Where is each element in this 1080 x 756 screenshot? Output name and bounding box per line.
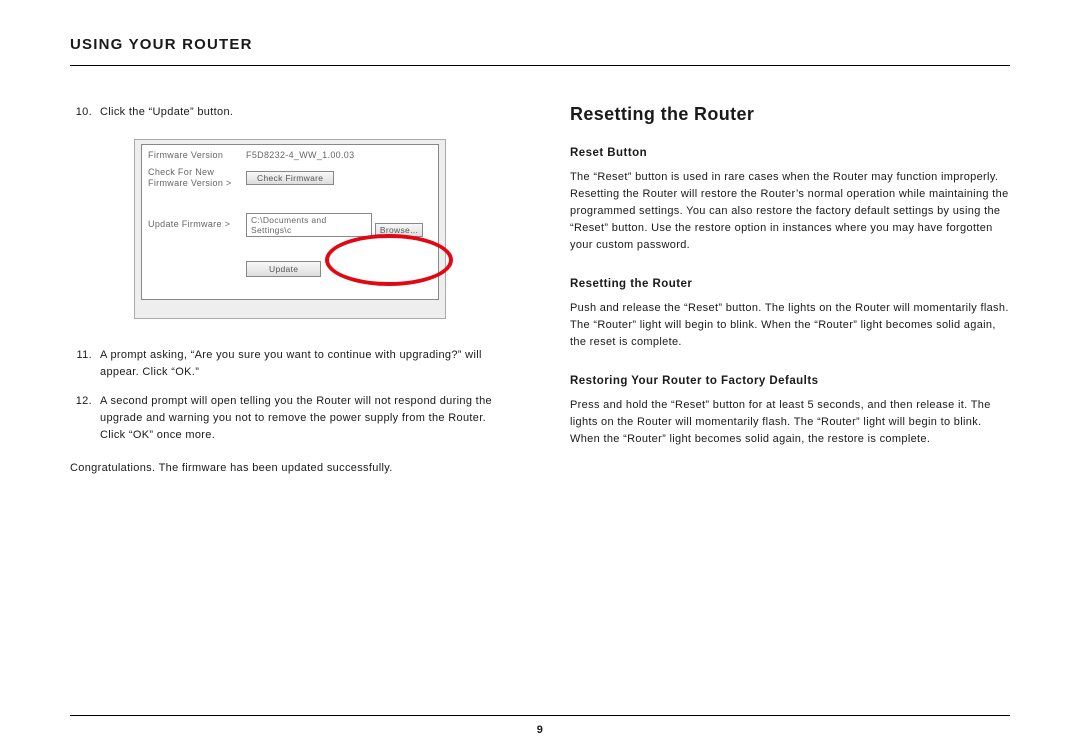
firmware-screenshot: Firmware Version F5D8232-4_WW_1.00.03 Ch… (134, 139, 446, 319)
firmware-path-input[interactable]: C:\Documents and Settings\c (246, 213, 372, 237)
check-fw-label: Check For New Firmware Version > (148, 167, 246, 189)
congrats-text: Congratulations. The firmware has been u… (70, 460, 510, 477)
page-number: 9 (0, 724, 1080, 736)
step-text: Click the “Update” button. (100, 104, 233, 121)
step-11: 11. A prompt asking, “Are you sure you wa… (70, 347, 510, 381)
update-fw-label: Update Firmware > (148, 219, 246, 230)
browse-button[interactable]: Browse... (375, 223, 423, 237)
step-num: 10. (70, 104, 92, 121)
reset-button-text: The “Reset” button is used in rare cases… (570, 169, 1010, 254)
resetting-heading: Resetting the Router (570, 278, 1010, 290)
step-text: A second prompt will open telling you th… (100, 393, 510, 444)
resetting-text: Push and release the “Reset” button. The… (570, 300, 1010, 351)
factory-defaults-text: Press and hold the “Reset” button for at… (570, 397, 1010, 448)
step-12: 12. A second prompt will open telling you… (70, 393, 510, 444)
step-text: A prompt asking, “Are you sure you want … (100, 347, 510, 381)
factory-defaults-heading: Restoring Your Router to Factory Default… (570, 375, 1010, 387)
fw-version-value: F5D8232-4_WW_1.00.03 (246, 150, 432, 160)
reset-button-heading: Reset Button (570, 147, 1010, 159)
section-header: USING YOUR ROUTER (70, 36, 1010, 66)
footer-rule (70, 715, 1010, 716)
check-firmware-button[interactable]: Check Firmware (246, 171, 334, 185)
step-num: 12. (70, 393, 92, 444)
step-num: 11. (70, 347, 92, 381)
section-title: Resetting the Router (570, 104, 1010, 125)
fw-version-label: Firmware Version (148, 150, 246, 161)
update-button[interactable]: Update (246, 261, 321, 277)
step-10: 10. Click the “Update” button. (70, 104, 510, 121)
